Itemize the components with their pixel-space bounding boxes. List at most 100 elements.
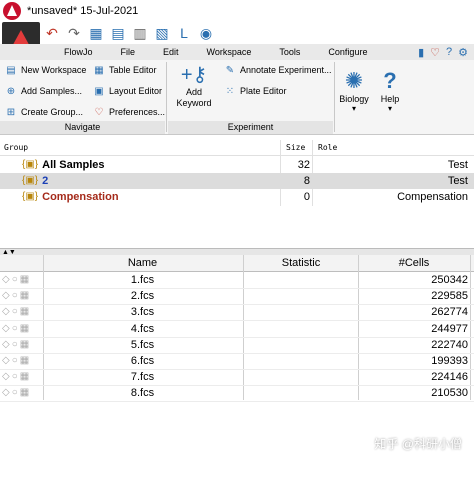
- sample-row[interactable]: ◇ ○ ▦ 1.fcs 250342: [0, 272, 474, 289]
- sample-cell-count: 210530: [431, 387, 468, 400]
- circle-icon[interactable]: ○: [12, 272, 18, 288]
- biology-button[interactable]: ✺ Biology ▾: [338, 68, 370, 113]
- preferences-button[interactable]: ♡ Preferences...: [93, 106, 166, 118]
- diamond-icon[interactable]: ◇: [2, 321, 10, 337]
- group-row[interactable]: {▣} All Samples 32 Test: [0, 157, 474, 173]
- row-controls: ◇ ○ ▦: [2, 304, 42, 320]
- tab-file[interactable]: File: [107, 47, 150, 57]
- col-role-header[interactable]: Role: [318, 140, 337, 155]
- create-group-icon: ⊞: [6, 106, 16, 118]
- group-role: Compensation: [397, 191, 468, 203]
- tab-edit[interactable]: Edit: [149, 47, 193, 57]
- tab-configure[interactable]: Configure: [314, 47, 381, 57]
- plate-editor-icon: ⁙: [225, 85, 235, 97]
- ribbon-tabs: FlowJo File Edit Workspace Tools Configu…: [0, 44, 474, 60]
- add-samples-button[interactable]: ⊕ Add Samples...: [5, 85, 82, 97]
- circle-icon[interactable]: ◉: [196, 24, 216, 42]
- grid-icon[interactable]: ▦: [20, 385, 29, 401]
- diamond-icon[interactable]: ◇: [2, 385, 10, 401]
- sample-row[interactable]: ◇ ○ ▦ 5.fcs 222740: [0, 337, 474, 354]
- watermark: 知乎 @科研小僧: [374, 437, 462, 451]
- layout-editor-button[interactable]: ▣ Layout Editor: [93, 85, 162, 97]
- sample-row[interactable]: ◇ ○ ▦ 3.fcs 262774: [0, 304, 474, 322]
- stack-icon[interactable]: ▥: [130, 24, 150, 42]
- l-icon[interactable]: L: [174, 24, 194, 42]
- grid-icon[interactable]: ▦: [20, 353, 29, 369]
- groups-table-header: Group Size Role: [0, 140, 474, 156]
- sample-row[interactable]: ◇ ○ ▦ 6.fcs 199393: [0, 353, 474, 370]
- row-controls: ◇ ○ ▦: [2, 369, 42, 385]
- circle-icon[interactable]: ○: [12, 321, 18, 337]
- navigate-group: ▤ New Workspace ⊕ Add Samples... ⊞ Create G…: [0, 60, 165, 134]
- diamond-icon[interactable]: ◇: [2, 304, 10, 320]
- col-name-header[interactable]: Name: [45, 255, 240, 271]
- group-row[interactable]: {▣} 2 8 Test: [0, 173, 474, 189]
- circle-icon[interactable]: ○: [12, 304, 18, 320]
- group-name-cell: {▣} Compensation: [22, 189, 119, 205]
- group-icon: {▣}: [22, 175, 39, 186]
- sample-row[interactable]: ◇ ○ ▦ 8.fcs 210530: [0, 385, 474, 403]
- grid-icon[interactable]: ▦: [20, 369, 29, 385]
- layout-icon[interactable]: ▦: [86, 24, 106, 42]
- plate-editor-button[interactable]: ⁙ Plate Editor: [224, 85, 287, 97]
- col-size-header[interactable]: Size: [286, 140, 305, 155]
- diamond-icon[interactable]: ◇: [2, 369, 10, 385]
- col-group-header[interactable]: Group: [4, 140, 28, 155]
- chevron-down-icon: ▾: [387, 104, 392, 113]
- undo-icon[interactable]: ↶: [42, 24, 62, 42]
- sample-row[interactable]: ◇ ○ ▦ 7.fcs 224146: [0, 369, 474, 387]
- flowjo-app-icon[interactable]: [3, 2, 21, 20]
- group-name: Compensation: [42, 191, 119, 203]
- circle-icon[interactable]: ○: [12, 337, 18, 353]
- annotate-pencil-icon: ✎: [225, 64, 235, 76]
- row-controls: ◇ ○ ▦: [2, 321, 42, 337]
- tab-flowjo[interactable]: FlowJo: [50, 47, 107, 57]
- diamond-icon[interactable]: ◇: [2, 272, 10, 288]
- table-editor-button[interactable]: ▦ Table Editor: [93, 64, 156, 76]
- group-role: Test: [447, 175, 468, 187]
- chart-icon[interactable]: ▧: [152, 24, 172, 42]
- table-icon[interactable]: ▤: [108, 24, 128, 42]
- redo-icon[interactable]: ↷: [64, 24, 84, 42]
- group-row[interactable]: {▣} Compensation 0 Compensation: [0, 189, 474, 205]
- grid-icon[interactable]: ▦: [20, 337, 29, 353]
- group-role: Test: [447, 159, 468, 171]
- heart-icon[interactable]: ♡: [430, 46, 440, 59]
- diamond-icon[interactable]: ◇: [2, 288, 10, 304]
- tab-workspace[interactable]: Workspace: [193, 47, 266, 57]
- sample-name: 4.fcs: [130, 322, 155, 335]
- grid-icon[interactable]: ▦: [20, 288, 29, 304]
- sample-row[interactable]: ◇ ○ ▦ 4.fcs 244977: [0, 321, 474, 338]
- circle-icon[interactable]: ○: [12, 385, 18, 401]
- tab-tools[interactable]: Tools: [265, 47, 314, 57]
- help-question-icon[interactable]: ?: [446, 46, 452, 58]
- settings-icon[interactable]: ⚙: [458, 46, 468, 59]
- group-name-cell: {▣} All Samples: [22, 157, 105, 173]
- circle-icon[interactable]: ○: [12, 369, 18, 385]
- circle-icon[interactable]: ○: [12, 353, 18, 369]
- row-controls: ◇ ○ ▦: [2, 337, 42, 353]
- experiment-group-label: Experiment: [168, 121, 333, 134]
- diamond-icon[interactable]: ◇: [2, 337, 10, 353]
- annotate-experiment-button[interactable]: ✎ Annotate Experiment...: [224, 64, 332, 76]
- help-button[interactable]: ? Help ▾: [377, 68, 403, 113]
- grid-icon[interactable]: ▦: [20, 272, 29, 288]
- circle-icon[interactable]: ○: [12, 288, 18, 304]
- grid-icon[interactable]: ▦: [20, 321, 29, 337]
- new-workspace-button[interactable]: ▤ New Workspace: [5, 64, 86, 76]
- sample-row[interactable]: ◇ ○ ▦ 2.fcs 229585: [0, 288, 474, 306]
- group-name: All Samples: [42, 159, 105, 171]
- col-cells-header[interactable]: #Cells: [360, 255, 468, 271]
- window-title: *unsaved* 15-Jul-2021: [27, 5, 139, 17]
- group-size: 8: [303, 175, 310, 187]
- diamond-icon[interactable]: ◇: [2, 353, 10, 369]
- create-group-button[interactable]: ⊞ Create Group...: [5, 106, 83, 118]
- bookmark-icon[interactable]: ▮: [418, 46, 424, 59]
- add-samples-icon: ⊕: [6, 85, 16, 97]
- group-icon: {▣}: [22, 191, 39, 202]
- col-statistic-header[interactable]: Statistic: [245, 255, 357, 271]
- sample-cell-count: 224146: [431, 371, 468, 384]
- grid-icon[interactable]: ▦: [20, 304, 29, 320]
- add-keyword-button[interactable]: +⚷ Add Keyword: [176, 62, 212, 109]
- chevron-down-icon: ▾: [351, 104, 356, 113]
